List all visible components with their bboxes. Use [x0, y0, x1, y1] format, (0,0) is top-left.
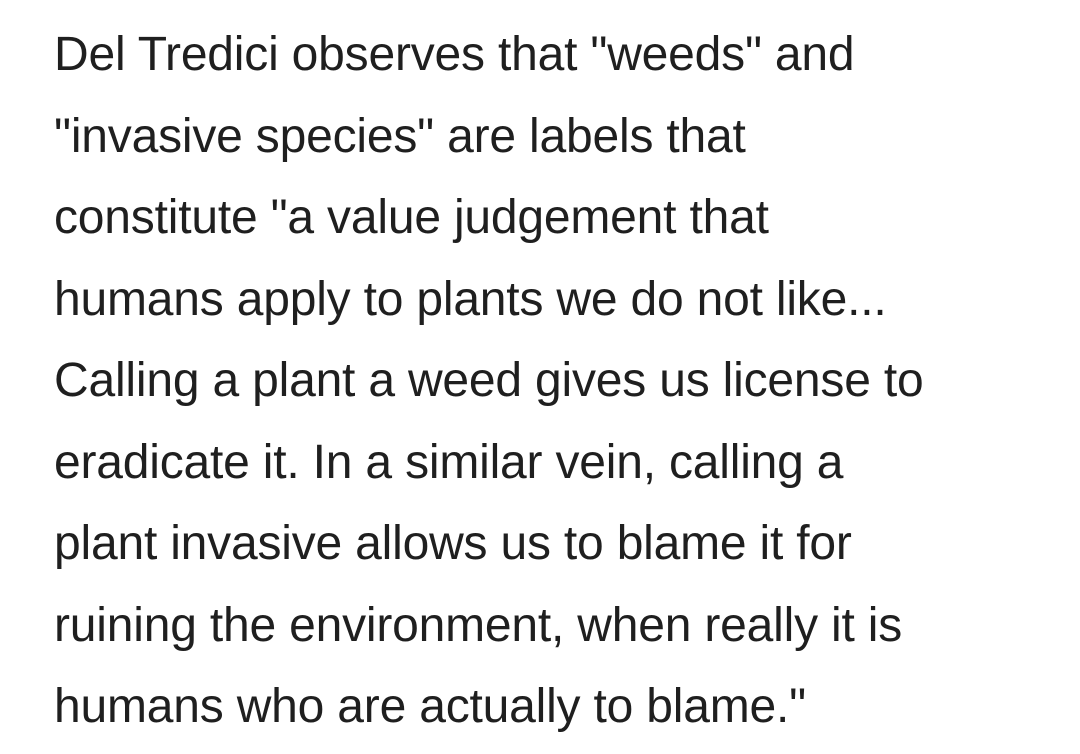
paragraph-line: ruining the environment, when really it … — [54, 598, 903, 652]
paragraph-line: Calling a plant a weed gives us license … — [54, 354, 924, 407]
paragraph-line: "invasive species" are labels that — [54, 109, 746, 163]
quote-paragraph: Del Tredici observes that "weeds" and "i… — [54, 14, 1064, 748]
paragraph-line: eradicate it. In a similar vein, calling… — [54, 435, 844, 489]
paragraph-line: humans apply to plants we do not like... — [54, 272, 887, 326]
paragraph-line: Del Tredici observes that "weeds" and — [54, 28, 855, 81]
paragraph-line: plant invasive allows us to blame it for — [54, 517, 852, 570]
paragraph-line: humans who are actually to blame." — [54, 680, 806, 733]
paragraph-line: constitute "a value judgement that — [54, 191, 769, 244]
